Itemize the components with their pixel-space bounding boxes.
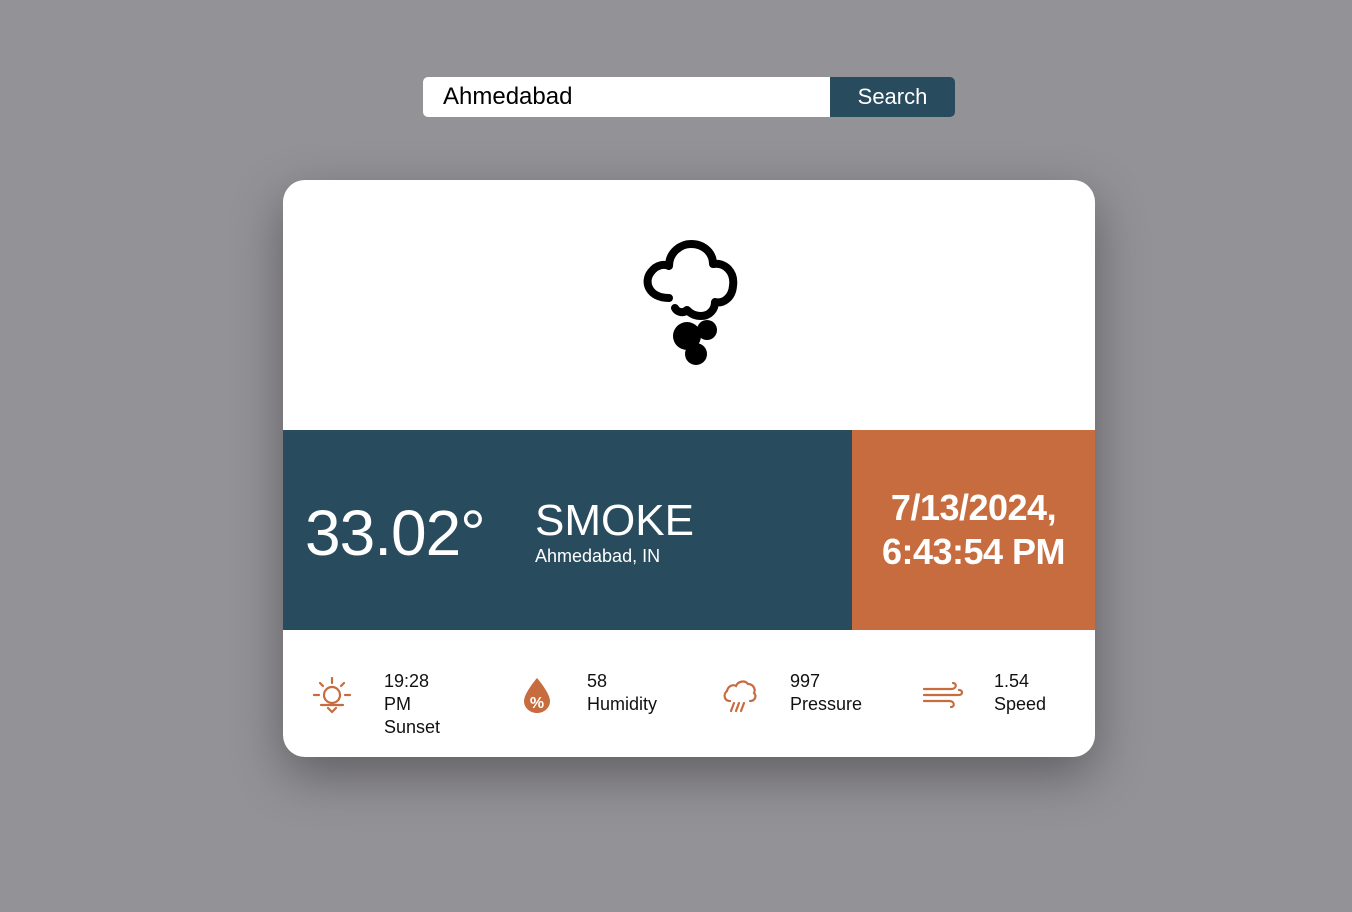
stat-label: Humidity [587, 694, 658, 714]
stat-sunset-text: 19:28 PM Sunset [384, 670, 440, 739]
stat-label: Pressure [790, 694, 863, 714]
stat-value: 19:28 PM [384, 671, 430, 714]
datetime-panel: 7/13/2024, 6:43:54 PM [852, 430, 1095, 630]
weather-info-panel: 33.02° SMOKE Ahmedabad, IN [283, 430, 852, 630]
stat-value: 997 [790, 671, 821, 691]
temperature: 33.02° [305, 497, 486, 569]
time: 6:43:54 PM [881, 531, 1066, 572]
stat-pressure: 997 Pressure [719, 670, 862, 720]
stat-sunset: 19:28 PM Sunset [311, 670, 440, 737]
search-button[interactable]: Search [830, 77, 955, 117]
stat-pressure-text: 997 Pressure [790, 670, 862, 716]
stats-row: 19:28 PM Sunset % 58 Humidity 997 Pressu… [283, 630, 1095, 757]
smoke-cloud-icon [643, 240, 738, 365]
wind-icon [921, 674, 963, 716]
search-input[interactable] [423, 77, 830, 117]
stat-humidity: % 58 Humidity [516, 670, 657, 720]
pressure-icon [719, 674, 761, 716]
weather-icon-area [283, 180, 1095, 430]
weather-condition: SMOKE [535, 496, 694, 545]
stat-value: 58 [587, 671, 608, 691]
weather-main-row: 33.02° SMOKE Ahmedabad, IN 7/13/2024, 6:… [283, 430, 1095, 630]
weather-card: 33.02° SMOKE Ahmedabad, IN 7/13/2024, 6:… [283, 180, 1095, 757]
stat-speed: 1.54 Speed [921, 670, 1046, 720]
date: 7/13/2024, [890, 487, 1057, 528]
stat-speed-text: 1.54 Speed [994, 670, 1046, 716]
humidity-icon: % [516, 674, 558, 716]
stat-label: Sunset [384, 717, 441, 737]
stat-label: Speed [994, 694, 1047, 714]
stat-humidity-text: 58 Humidity [587, 670, 657, 716]
search-bar: Search [423, 77, 955, 117]
sunset-icon [311, 674, 353, 716]
svg-text:%: % [530, 695, 544, 712]
stat-value: 1.54 [994, 671, 1030, 691]
location: Ahmedabad, IN [535, 546, 661, 566]
